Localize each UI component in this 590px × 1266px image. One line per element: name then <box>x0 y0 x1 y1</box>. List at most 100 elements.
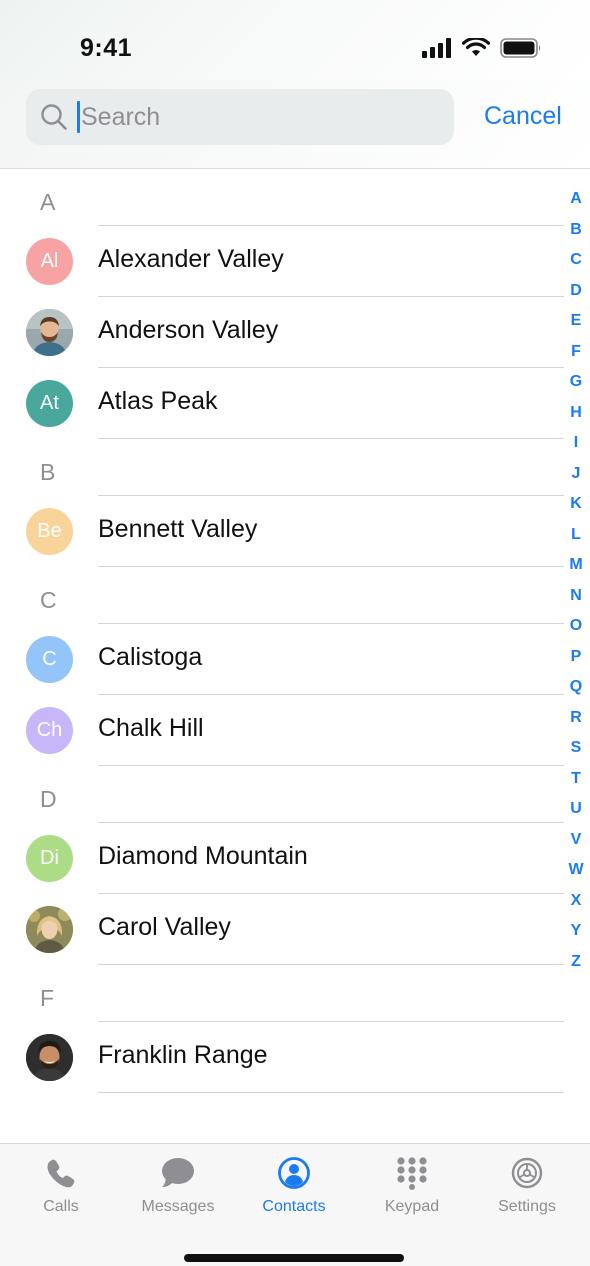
status-icons <box>422 38 542 58</box>
index-letter-v[interactable]: V <box>560 829 590 860</box>
section-letter: C <box>40 587 57 613</box>
section-header-a: A <box>0 169 590 226</box>
contact-name: Bennett Valley <box>98 515 258 543</box>
section-header-c: C <box>0 567 590 624</box>
tab-settings[interactable]: Settings <box>472 1156 582 1216</box>
avatar-initials: C <box>42 648 57 670</box>
battery-icon <box>500 38 541 58</box>
bearded-man-photo-icon <box>26 309 73 356</box>
index-letter-u[interactable]: U <box>560 798 590 829</box>
contact-name: Anderson Valley <box>98 316 279 344</box>
index-letter-e[interactable]: E <box>560 310 590 341</box>
search-icon <box>41 104 67 130</box>
index-letter-j[interactable]: J <box>560 463 590 494</box>
smiling-man-photo-icon <box>26 1034 73 1081</box>
keypad-icon <box>397 1157 427 1190</box>
index-letter-d[interactable]: D <box>560 280 590 311</box>
section-header-b: B <box>0 439 590 496</box>
index-letter-i[interactable]: I <box>560 432 590 463</box>
contact-name: Diamond Mountain <box>98 842 308 870</box>
signal-icon <box>422 38 451 58</box>
search-input[interactable] <box>81 97 441 137</box>
section-letter: A <box>40 189 56 215</box>
index-letter-a[interactable]: A <box>560 188 590 219</box>
contact-row[interactable]: Franklin Range <box>0 1022 590 1093</box>
tab-label: Contacts <box>262 1198 326 1215</box>
contact-row[interactable]: Be Bennett Valley <box>0 496 590 567</box>
avatar-photo <box>26 906 73 953</box>
avatar: Di <box>26 835 73 882</box>
text-caret <box>77 101 80 133</box>
search-header: Cancel <box>0 80 590 169</box>
tab-contacts[interactable]: Contacts <box>239 1156 349 1216</box>
index-letter-g[interactable]: G <box>560 371 590 402</box>
index-letter-r[interactable]: R <box>560 707 590 738</box>
contact-row[interactable]: Carol Valley <box>0 894 590 965</box>
avatar-photo <box>26 1034 73 1081</box>
tab-label: Keypad <box>384 1198 440 1215</box>
divider <box>98 1092 564 1093</box>
section-letter: D <box>40 786 57 812</box>
index-letter-o[interactable]: O <box>560 615 590 646</box>
contact-row[interactable]: Di Diamond Mountain <box>0 823 590 894</box>
index-letter-x[interactable]: X <box>560 890 590 921</box>
avatar-initials: At <box>40 392 59 414</box>
section-header-f: F <box>0 965 590 1022</box>
tab-messages[interactable]: Messages <box>123 1156 233 1216</box>
index-letter-h[interactable]: H <box>560 402 590 433</box>
avatar-photo <box>26 309 73 356</box>
index-letter-n[interactable]: N <box>560 585 590 616</box>
index-letter-k[interactable]: K <box>560 493 590 524</box>
index-letter-b[interactable]: B <box>560 219 590 250</box>
index-letter-c[interactable]: C <box>560 249 590 280</box>
tab-bar: Calls Messages Contacts Keypad Settings <box>0 1143 590 1266</box>
alphabet-index[interactable]: ABCDEFGHIJKLMNOPQRSTUVWXYZ <box>560 188 590 981</box>
home-indicator <box>184 1254 404 1262</box>
contact-row[interactable]: Anderson Valley <box>0 297 590 368</box>
index-letter-p[interactable]: P <box>560 646 590 677</box>
contact-name: Calistoga <box>98 643 203 671</box>
wifi-icon <box>462 38 490 56</box>
index-letter-f[interactable]: F <box>560 341 590 372</box>
person-circle-icon <box>278 1157 310 1189</box>
index-letter-w[interactable]: W <box>560 859 590 890</box>
index-letter-y[interactable]: Y <box>560 920 590 951</box>
avatar: At <box>26 380 73 427</box>
chat-bubble-icon <box>162 1158 194 1187</box>
section-letter: F <box>40 985 55 1011</box>
contacts-screen: 9:41 Search Cancel A Al Alexander Valley… <box>0 0 590 1266</box>
woman-photo-icon <box>26 906 73 953</box>
contact-name: Carol Valley <box>98 913 231 941</box>
contact-row[interactable]: Al Alexander Valley <box>0 226 590 297</box>
avatar-initials: Di <box>40 847 59 869</box>
contact-name: Alexander Valley <box>98 245 284 273</box>
cancel-button[interactable]: Cancel <box>484 102 562 131</box>
index-letter-s[interactable]: S <box>560 737 590 768</box>
contact-row[interactable]: At Atlas Peak <box>0 368 590 439</box>
index-letter-t[interactable]: T <box>560 768 590 799</box>
section-letter: B <box>40 459 56 485</box>
status-bar: 9:41 <box>0 0 590 80</box>
avatar-initials: Ch <box>36 719 63 741</box>
avatar: Al <box>26 238 73 285</box>
index-letter-l[interactable]: L <box>560 524 590 555</box>
avatar-initials: Be <box>37 520 62 542</box>
index-letter-m[interactable]: M <box>560 554 590 585</box>
avatar: C <box>26 636 73 683</box>
avatar-initials: Al <box>40 250 59 272</box>
tab-keypad[interactable]: Keypad <box>357 1156 467 1216</box>
contact-name: Chalk Hill <box>98 714 204 742</box>
contact-name: Atlas Peak <box>98 387 218 415</box>
tab-calls[interactable]: Calls <box>6 1156 116 1216</box>
search-box[interactable] <box>26 89 454 145</box>
contact-row[interactable]: Ch Chalk Hill <box>0 695 590 766</box>
index-letter-z[interactable]: Z <box>560 951 590 982</box>
index-letter-q[interactable]: Q <box>560 676 590 707</box>
tab-label: Messages <box>141 1198 215 1215</box>
phone-icon <box>47 1159 75 1188</box>
tab-label: Settings <box>498 1198 556 1215</box>
status-time: 9:41 <box>80 34 133 62</box>
gear-icon <box>511 1157 543 1189</box>
contact-row[interactable]: C Calistoga <box>0 624 590 695</box>
tab-label: Calls <box>43 1198 79 1215</box>
